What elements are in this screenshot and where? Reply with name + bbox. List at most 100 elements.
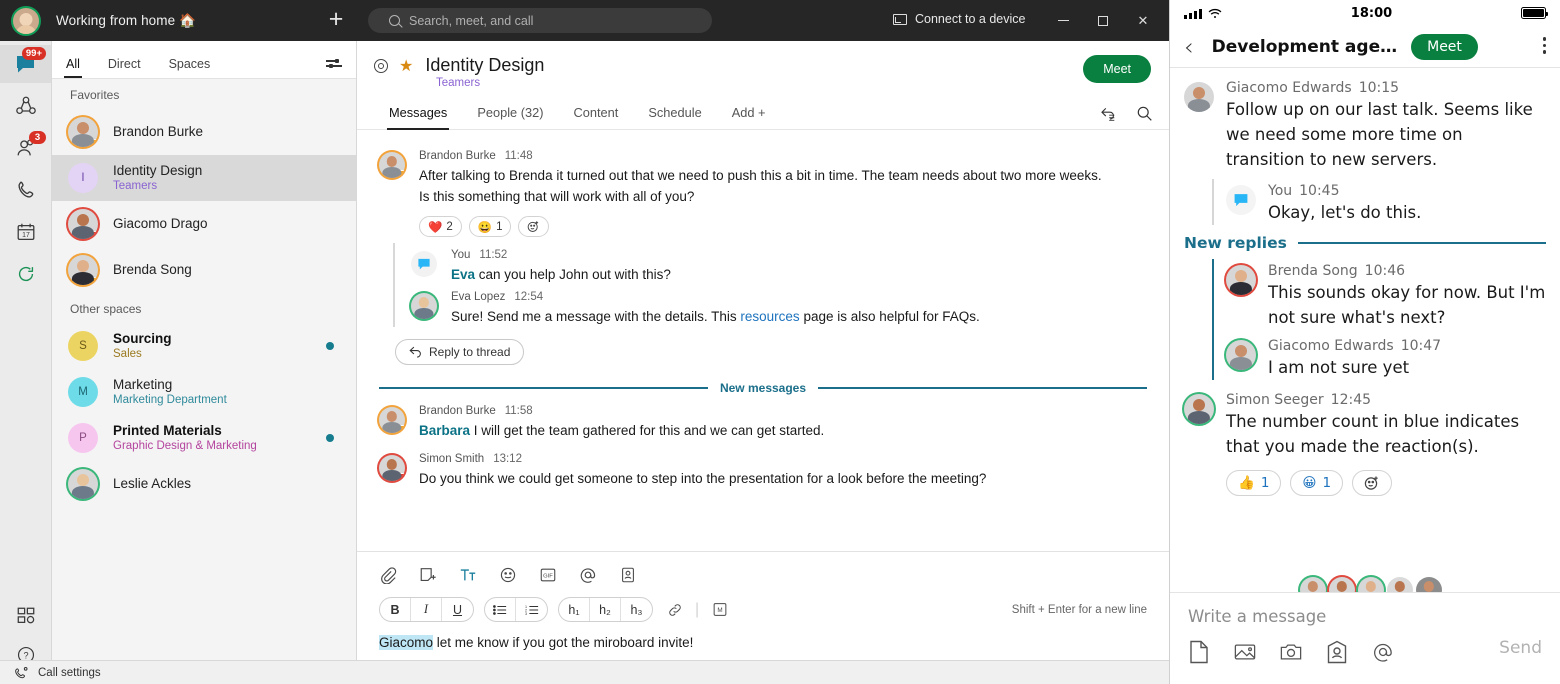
bold-button[interactable]: B <box>380 598 411 621</box>
mobile-message-list[interactable]: Giacomo Edwards 10:15 Follow up on our la… <box>1170 68 1560 601</box>
list-item-marketing[interactable]: M Marketing Marketing Department <box>52 369 356 415</box>
message-text: Sure! Send me a message with the details… <box>451 306 1141 327</box>
tab-content[interactable]: Content <box>559 105 634 129</box>
search-icon[interactable] <box>1136 105 1153 122</box>
reaction-chip-smile[interactable]: 😀 1 <box>1290 470 1344 496</box>
message-list[interactable]: Brandon Burke 11:48 After talking to Bren… <box>357 130 1169 551</box>
resources-link[interactable]: resources <box>740 309 799 324</box>
heading-1-button[interactable]: h₁ <box>559 598 590 621</box>
tab-messages[interactable]: Messages <box>374 105 462 131</box>
chat-pane: ★ Identity Design Teamers Meet Messages … <box>357 41 1169 660</box>
toolbar-divider: | <box>695 600 700 618</box>
format-text-icon[interactable] <box>459 566 477 584</box>
list-item-printed-materials[interactable]: P Printed Materials Graphic Design & Mar… <box>52 415 356 461</box>
sidebar-item-spaces[interactable] <box>0 87 51 125</box>
star-icon[interactable]: ★ <box>399 56 413 76</box>
send-button[interactable]: Send <box>1499 638 1542 658</box>
card-icon[interactable] <box>619 566 637 584</box>
reply-to-thread-button[interactable]: Reply to thread <box>395 339 525 365</box>
message-text: Do you think we could get someone to ste… <box>419 471 987 486</box>
gif-icon[interactable]: GIF <box>539 566 557 584</box>
user-avatar[interactable] <box>11 5 41 36</box>
composer-input[interactable]: Giacomo let me know if you got the mirob… <box>379 635 1147 650</box>
gear-icon[interactable] <box>374 58 388 73</box>
reaction-chip-smile[interactable]: 😀 1 <box>468 216 512 237</box>
emoji-icon[interactable] <box>499 566 517 584</box>
underline-button[interactable]: U <box>442 598 473 621</box>
mark-read-icon[interactable] <box>1099 105 1116 122</box>
message-text: Follow up on our last talk. Seems like w… <box>1226 100 1533 169</box>
message-author: Simon Smith <box>419 453 485 465</box>
heading-3-button[interactable]: h₃ <box>621 598 652 621</box>
mention-icon[interactable] <box>579 566 597 584</box>
italic-button[interactable]: I <box>411 598 442 621</box>
message-text: I am not sure yet <box>1268 358 1410 377</box>
tab-add[interactable]: Add + <box>717 105 781 129</box>
markdown-icon[interactable]: M <box>711 602 729 617</box>
heading-2-button[interactable]: h₂ <box>590 598 621 621</box>
call-settings-icon[interactable] <box>14 666 29 680</box>
sidebar-item-calendar[interactable]: 17 <box>0 213 51 251</box>
list-item[interactable]: Brandon Burke <box>52 109 356 155</box>
tab-people[interactable]: People (32) <box>462 105 558 129</box>
mobile-message-input[interactable]: Write a message <box>1188 607 1542 626</box>
number-list-icon[interactable]: 1 2 3 <box>516 598 547 621</box>
maximize-button[interactable] <box>1083 0 1123 41</box>
message-text: This sounds okay for now. But I'm not su… <box>1268 283 1546 327</box>
list-item[interactable]: Giacomo Drago <box>52 201 356 247</box>
list-item-identity-design[interactable]: I Identity Design Teamers <box>52 155 356 201</box>
contact-card-icon[interactable] <box>1326 640 1348 664</box>
mention-icon[interactable] <box>1372 640 1394 664</box>
message-author: Giacomo Edwards <box>1226 80 1352 96</box>
reaction-chip-heart[interactable]: ❤️ 2 <box>419 216 462 237</box>
battery-icon <box>1520 7 1549 19</box>
mobile-message: Giacomo Edwards 10:15 Follow up on our la… <box>1170 76 1560 172</box>
attach-icon[interactable] <box>379 566 397 584</box>
page-title: Identity Design <box>425 55 545 75</box>
call-settings-label[interactable]: Call settings <box>38 667 101 679</box>
bullet-list-icon[interactable] <box>485 598 516 621</box>
sidebar-item-sync[interactable] <box>0 255 51 293</box>
tab-direct[interactable]: Direct <box>94 57 155 78</box>
chat-bubble-icon <box>418 258 430 269</box>
new-replies-label: New replies <box>1184 234 1287 252</box>
list-item[interactable]: Brenda Song <box>52 247 356 293</box>
thread-message: You 11:52 Eva can you help John out with … <box>395 243 1169 285</box>
image-icon[interactable] <box>1234 640 1256 664</box>
mobile-message: Simon Seeger 12:45 The number count in bl… <box>1170 388 1560 496</box>
avatar: P <box>68 423 98 453</box>
sticker-icon[interactable] <box>419 566 437 584</box>
reaction-chip-thumbsup[interactable]: 👍 1 <box>1226 470 1282 496</box>
plus-icon[interactable]: + <box>325 7 347 32</box>
add-reaction-button[interactable] <box>1352 470 1393 496</box>
tab-spaces[interactable]: Spaces <box>155 57 225 78</box>
avatar <box>379 407 405 433</box>
kebab-menu-icon[interactable] <box>1542 37 1546 57</box>
list-item-sourcing[interactable]: S Sourcing Sales <box>52 323 356 369</box>
filter-icon[interactable] <box>326 58 342 70</box>
reply-label: Reply to thread <box>429 345 511 359</box>
list-item[interactable]: Leslie Ackles <box>52 461 356 507</box>
connect-to-device-button[interactable]: Connect to a device <box>893 12 1026 26</box>
tab-schedule[interactable]: Schedule <box>633 105 716 129</box>
list-group: 1 2 3 <box>484 597 548 622</box>
mention[interactable]: Barbara <box>419 423 470 438</box>
minimize-button[interactable] <box>1043 0 1083 41</box>
back-chevron-icon[interactable]: ‹ <box>1184 35 1194 59</box>
apps-icon[interactable] <box>0 597 52 635</box>
add-reaction-button[interactable] <box>518 216 550 237</box>
mention[interactable]: Eva <box>451 267 475 282</box>
tab-all[interactable]: All <box>52 57 94 79</box>
list-item-sub: Teamers <box>113 180 158 192</box>
camera-icon[interactable] <box>1280 640 1302 664</box>
close-button[interactable]: ✕ <box>1123 0 1163 41</box>
file-icon[interactable] <box>1188 640 1210 664</box>
sidebar-item-contacts[interactable]: 3 <box>0 129 51 167</box>
search-input[interactable]: Search, meet, and call <box>368 8 712 33</box>
link-icon[interactable] <box>667 602 683 618</box>
sidebar-item-calls[interactable] <box>0 171 51 209</box>
sidebar-item-messages[interactable]: 99+ <box>0 45 51 83</box>
mobile-meet-button[interactable]: Meet <box>1411 33 1478 60</box>
user-status-text[interactable]: Working from home 🏠 <box>56 13 196 29</box>
meet-button[interactable]: Meet <box>1083 55 1151 83</box>
